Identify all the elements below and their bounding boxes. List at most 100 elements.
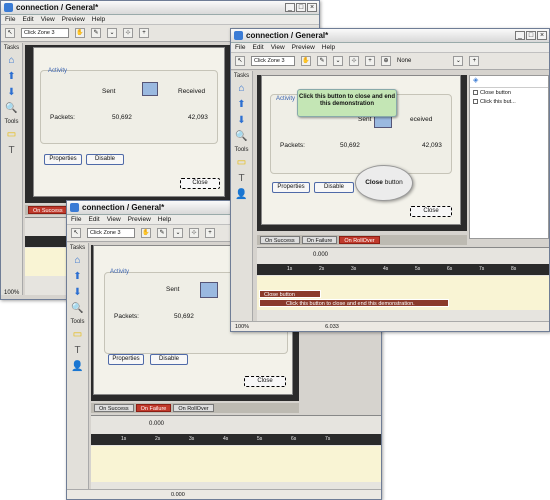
tab-on-success[interactable]: On Success — [28, 206, 68, 214]
hand-icon[interactable]: ✋ — [141, 228, 151, 238]
properties-button[interactable]: Properties — [108, 354, 144, 365]
close-button[interactable]: Close — [180, 178, 220, 189]
disable-button[interactable]: Disable — [314, 182, 354, 193]
activity-label: Activity — [110, 269, 130, 275]
arrow-down-icon[interactable]: ⬇ — [235, 115, 248, 127]
timeline-bar-close[interactable]: Close button — [259, 290, 321, 298]
menu-view[interactable]: View — [41, 16, 55, 23]
menu-help[interactable]: Help — [158, 216, 171, 223]
packets-label: Packets: — [50, 114, 75, 121]
hand-icon[interactable]: ✋ — [301, 56, 311, 66]
zoom-icon[interactable]: ⊕ — [381, 56, 391, 66]
menu-edit[interactable]: Edit — [22, 16, 33, 23]
note-icon[interactable]: ▭ — [235, 157, 248, 169]
select-icon[interactable]: ⊹ — [349, 56, 359, 66]
timeline: 0.000 1s 2s 3s 4s 5s 6s 7s 8s Close butt… — [257, 247, 549, 323]
chevron-down-icon[interactable]: ⌄ — [453, 56, 464, 66]
minimize-button[interactable]: _ — [285, 3, 295, 12]
close-window-button[interactable]: × — [307, 3, 317, 12]
pointer-tool-icon[interactable]: ↖ — [235, 56, 245, 66]
layer-close[interactable]: Close button — [470, 88, 548, 97]
menu-file[interactable]: File — [235, 44, 245, 51]
arrow-down-icon[interactable]: ⬇ — [5, 87, 18, 99]
chevron-down-icon[interactable]: ⌄ — [333, 56, 343, 66]
select-icon[interactable]: ⊹ — [123, 28, 133, 38]
disable-button[interactable]: Disable — [150, 354, 188, 365]
pointer-tool-icon[interactable]: ↖ — [5, 28, 15, 38]
chevron-down-icon[interactable]: ⌄ — [107, 28, 117, 38]
home-icon[interactable]: ⌂ — [235, 83, 248, 95]
window-back-titlebar[interactable]: connection / General* _ □ × — [1, 1, 319, 15]
tab-on-failure[interactable]: On Failure — [301, 236, 338, 244]
menu-preview[interactable]: Preview — [62, 16, 85, 23]
tools-label: Tools — [70, 319, 85, 325]
search-icon[interactable]: 🔍 — [71, 303, 84, 315]
minimize-button[interactable]: _ — [515, 31, 525, 40]
hand-icon[interactable]: ✋ — [75, 28, 85, 38]
event-tabs: On Success On Failure On RollOver — [91, 403, 299, 413]
chevron-down-icon[interactable]: ⌄ — [173, 228, 183, 238]
edit-icon[interactable]: ✎ — [317, 56, 327, 66]
menu-file[interactable]: File — [71, 216, 81, 223]
arrow-down-icon[interactable]: ⬇ — [71, 287, 84, 299]
search-icon[interactable]: 🔍 — [5, 103, 18, 115]
menu-help[interactable]: Help — [92, 16, 105, 23]
text-icon[interactable]: T — [5, 145, 18, 157]
crosshair-icon[interactable]: + — [139, 28, 149, 38]
home-icon[interactable]: ⌂ — [71, 255, 84, 267]
zone-combo[interactable]: Click Zone 3 — [251, 56, 295, 66]
arrow-up-icon[interactable]: ⬆ — [235, 99, 248, 111]
text-icon[interactable]: T — [235, 173, 248, 185]
menu-edit[interactable]: Edit — [252, 44, 263, 51]
edit-icon[interactable]: ✎ — [91, 28, 101, 38]
note-icon[interactable]: ▭ — [71, 329, 84, 341]
zone-combo[interactable]: Click Zone 3 — [87, 228, 135, 238]
window-front-titlebar[interactable]: connection / General* _ □ × — [231, 29, 549, 43]
home-icon[interactable]: ⌂ — [5, 55, 18, 67]
timeline-bar-click[interactable]: Click this button to close and end this … — [259, 299, 449, 307]
close-window-button[interactable]: × — [537, 31, 547, 40]
tab-on-success[interactable]: On Success — [94, 404, 134, 412]
properties-button[interactable]: Properties — [272, 182, 310, 193]
crosshair-icon[interactable]: + — [469, 56, 480, 66]
window-front: connection / General* _ □ × File Edit Vi… — [230, 28, 550, 332]
menu-preview[interactable]: Preview — [292, 44, 315, 51]
zone-combo[interactable]: Click Zone 3 — [21, 28, 69, 38]
tab-on-failure[interactable]: On Failure — [135, 404, 172, 412]
properties-button[interactable]: Properties — [44, 154, 82, 165]
text-icon[interactable]: T — [71, 345, 84, 357]
user-icon[interactable]: 👤 — [71, 361, 84, 373]
search-icon[interactable]: 🔍 — [235, 131, 248, 143]
pointer-tool-icon[interactable]: ↖ — [71, 228, 81, 238]
close-button[interactable]: Close — [244, 376, 286, 387]
crosshair-icon[interactable]: + — [205, 228, 215, 238]
user-icon[interactable]: 👤 — [235, 189, 248, 201]
tab-on-success[interactable]: On Success — [260, 236, 300, 244]
select-icon[interactable]: ⊹ — [189, 228, 199, 238]
menu-preview[interactable]: Preview — [128, 216, 151, 223]
menu-view[interactable]: View — [107, 216, 121, 223]
menu-view[interactable]: View — [271, 44, 285, 51]
maximize-button[interactable]: □ — [526, 31, 536, 40]
close-button[interactable]: Close — [410, 206, 452, 217]
menu-help[interactable]: Help — [322, 44, 335, 51]
disable-button[interactable]: Disable — [86, 154, 124, 165]
maximize-button[interactable]: □ — [296, 3, 306, 12]
menu-edit[interactable]: Edit — [88, 216, 99, 223]
arrow-up-icon[interactable]: ⬆ — [71, 271, 84, 283]
layers-panel: ◈ Close button Click this but... — [469, 75, 549, 239]
layer-click[interactable]: Click this but... — [470, 97, 548, 106]
tab-on-rollover[interactable]: On RollOver — [173, 404, 214, 412]
zoom-select[interactable]: None — [397, 58, 411, 64]
callout-top-text: Click this button to close and end this … — [298, 94, 395, 107]
checkbox[interactable] — [473, 99, 478, 104]
edit-icon[interactable]: ✎ — [157, 228, 167, 238]
crosshair-icon[interactable]: + — [365, 56, 375, 66]
menubar: File Edit View Preview Help — [231, 43, 549, 53]
tab-on-rollover[interactable]: On RollOver — [339, 236, 380, 244]
arrow-up-icon[interactable]: ⬆ — [5, 71, 18, 83]
note-icon[interactable]: ▭ — [5, 129, 18, 141]
checkbox[interactable] — [473, 90, 478, 95]
menu-file[interactable]: File — [5, 16, 15, 23]
event-tabs: On Success On Failure On RollOver — [257, 235, 467, 245]
